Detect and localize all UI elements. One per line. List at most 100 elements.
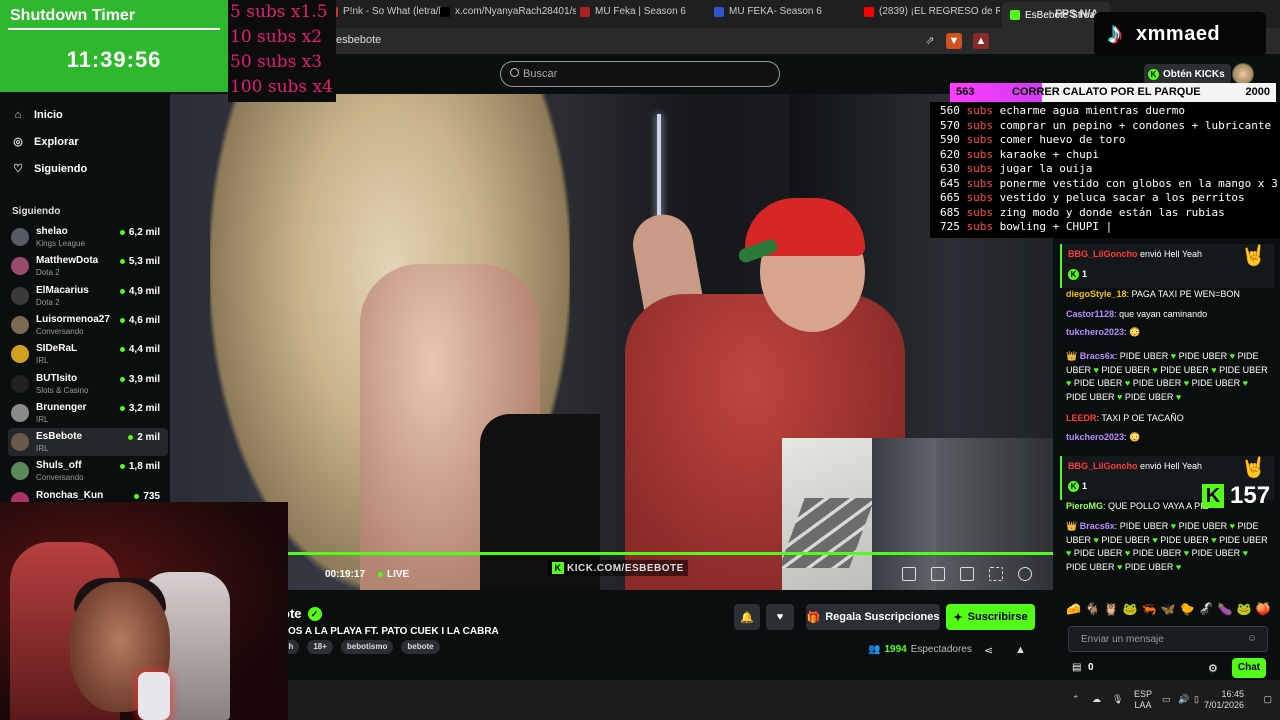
emoji-picker-icon[interactable]: ☺: [1247, 633, 1257, 644]
channel-name: shelao: [36, 226, 68, 237]
channel-avatar: [11, 315, 29, 334]
channel-category: IRL: [36, 414, 49, 424]
language-indicator[interactable]: ESP LAA: [1134, 689, 1152, 711]
emote-button[interactable]: 🐐: [1085, 602, 1100, 616]
chat-input[interactable]: Enviar un mensaje ☺: [1068, 626, 1268, 652]
chat-message: diegoStyle_18: PAGA TAXI PE WEN=BON: [1066, 289, 1240, 299]
system-tray: ⌃ ☁ 🎙 ESP LAA ▭ 🔊 ▯ 16:45 7/01/2026 ▢: [1072, 686, 1272, 714]
onedrive-icon[interactable]: ☁: [1092, 694, 1101, 705]
share-icon[interactable]: ⇗: [922, 33, 938, 49]
channel-avatar: [11, 374, 29, 393]
green-heart-icon: ♥: [1173, 561, 1182, 572]
nav-item-inicio[interactable]: ⌂ Inicio: [12, 105, 63, 125]
microphone-icon[interactable]: 🎙: [1112, 694, 1123, 705]
chat-username[interactable]: LEEDR: [1066, 413, 1097, 423]
search-input[interactable]: Buscar: [500, 61, 780, 87]
notification-icon[interactable]: ▢: [1263, 694, 1272, 705]
channel-viewers: 2 mil: [128, 432, 160, 443]
sub-goal-task: comer huevo de toro: [999, 133, 1126, 146]
followed-channel[interactable]: ElMacarius Dota 2 4,9 mil: [8, 282, 168, 310]
network-icon[interactable]: ▭: [1162, 694, 1171, 705]
emote-button[interactable]: 🦋: [1161, 602, 1176, 616]
url-text[interactable]: esbebote: [336, 34, 381, 46]
chat-username[interactable]: tukchero2023: [1066, 327, 1124, 337]
battery-icon[interactable]: ▯: [1194, 694, 1199, 705]
emote-button[interactable]: 🦉: [1104, 602, 1119, 616]
followed-channel[interactable]: shelao Kings League 6,2 mil: [8, 223, 168, 251]
tab-label: x.com/NyanyaRach28401/stat: [455, 6, 576, 17]
followed-channel[interactable]: BUTIsito Slots & Casino 3,9 mil: [8, 370, 168, 398]
gift-text: envió Hell Yeah: [1140, 461, 1203, 471]
goal-text: CORRER CALATO POR EL PARQUE: [1012, 86, 1201, 98]
followed-channel[interactable]: EsBebote IRL 2 mil: [8, 428, 168, 457]
chat-send-button[interactable]: Chat: [1232, 658, 1266, 678]
chat-text: QUE POLLO VAYA A PIE: [1108, 501, 1209, 511]
chat-username[interactable]: Castor1128: [1066, 309, 1114, 319]
chat-text: PIDE UBER: [1101, 364, 1150, 375]
kicks-wallet-icon[interactable]: ▤: [1072, 662, 1081, 673]
emote-button[interactable]: 🦨: [1199, 602, 1214, 616]
emote-button[interactable]: 🐸: [1123, 602, 1138, 616]
chat-username[interactable]: Bracs6x: [1080, 351, 1115, 361]
chat-username[interactable]: PieroMG: [1066, 501, 1103, 511]
sub-multipliers-overlay: 5 subs x1.5 10 subs x2 50 subs x3 100 subs …: [228, 0, 336, 102]
rewards-icon[interactable]: ▲: [973, 33, 989, 49]
chat-username[interactable]: tukchero2023: [1066, 432, 1124, 442]
brave-shield-icon[interactable]: ▼: [946, 33, 962, 49]
volume-icon[interactable]: 🔊: [1178, 694, 1189, 705]
chat-placeholder: Enviar un mensaje: [1081, 633, 1164, 645]
nav-item-siguiendo[interactable]: ♡ Siguiendo: [12, 159, 87, 179]
chat-username[interactable]: Bracs6x: [1080, 521, 1115, 531]
live-dot-icon: [119, 376, 125, 382]
fps-counter: FPS N/A: [1055, 8, 1099, 20]
chat-text: PIDE UBER: [1073, 548, 1123, 558]
followed-channel[interactable]: Luisormenoa27 Conversando 4,6 mil: [8, 311, 168, 339]
sub-goal-bar: 563 CORRER CALATO POR EL PARQUE 2000: [950, 83, 1276, 102]
browser-tab[interactable]: x.com/NyanyaRach28401/stat: [440, 6, 576, 17]
clock[interactable]: 16:45 7/01/2026: [1204, 689, 1244, 711]
channel-avatar: [11, 228, 29, 246]
multiplier-line: 100 subs x4: [230, 77, 333, 97]
emote-button[interactable]: 🐤: [1180, 602, 1195, 616]
timer-title: Shutdown Timer: [10, 7, 136, 24]
followed-channel[interactable]: SIDeRaL IRL 4,4 mil: [8, 340, 168, 368]
chat-message: LEEDR: TAXI P OE TACAÑO: [1066, 413, 1184, 423]
emote-button[interactable]: 🦐: [1142, 602, 1157, 616]
chat-username[interactable]: BBG_LilGoncho: [1068, 461, 1138, 471]
sub-goal-task: ponerme vestido con globos en la mango x…: [999, 176, 1278, 190]
tray-chevron-icon[interactable]: ⌃: [1072, 694, 1080, 705]
chat-username[interactable]: BBG_LilGoncho: [1068, 249, 1138, 259]
emote-button[interactable]: 🍑: [1256, 602, 1271, 616]
nav-item-explorar[interactable]: ◎ Explorar: [12, 132, 78, 152]
followed-channel[interactable]: MatthewDota Dota 2 5,3 mil: [8, 252, 168, 280]
browser-tab[interactable]: P!nk - So What (letra/ly: [328, 6, 446, 17]
emote-button[interactable]: 🧀: [1066, 602, 1081, 616]
sub-goal-row: 630 subs jugar la ouija: [940, 162, 1280, 177]
browser-tab[interactable]: MU FEKA- Season 6: [714, 6, 822, 17]
chat-text: PIDE UBER: [1219, 534, 1268, 545]
chat-settings-icon[interactable]: ⚙: [1208, 662, 1218, 675]
tab-favicon-icon: [1010, 10, 1020, 20]
crown-badge-icon: 👑: [1066, 521, 1080, 531]
browser-tab[interactable]: (2839) ¡EL REGRESO de RO: [864, 6, 1000, 17]
tiktok-username: xmmaed: [1136, 22, 1221, 45]
channel-viewers: 4,9 mil: [119, 286, 160, 297]
followed-channel[interactable]: Shuls_off Conversando 1,8 mil: [8, 457, 168, 485]
channel-viewer-count: 735: [143, 490, 160, 502]
green-heart-icon: ♥: [1168, 521, 1179, 531]
channel-avatar: [11, 286, 29, 305]
emote-button[interactable]: 🍆: [1218, 602, 1233, 616]
sub-goal-count: 665: [940, 191, 960, 204]
browser-tab[interactable]: MU Feka | Season 6: [580, 6, 686, 17]
sub-goal-count: 725: [940, 220, 960, 233]
followed-channel[interactable]: Brunenger IRL 3,2 mil: [8, 399, 168, 427]
tiktok-overlay: ♪ xmmaed: [1094, 12, 1266, 56]
chat-username[interactable]: diegoStyle_18: [1066, 289, 1127, 299]
user-avatar[interactable]: [1232, 63, 1254, 85]
goal-current: 563: [956, 86, 975, 98]
chat-text: PAGA TAXI PE WEN=BON: [1131, 289, 1240, 299]
chat-text: PIDE UBER: [1066, 561, 1115, 572]
shutdown-timer-overlay: Shutdown Timer 11:39:56: [0, 0, 228, 92]
get-kicks-button[interactable]: K Obtén KICKs: [1144, 64, 1231, 84]
emote-button[interactable]: 🐸: [1237, 602, 1252, 616]
